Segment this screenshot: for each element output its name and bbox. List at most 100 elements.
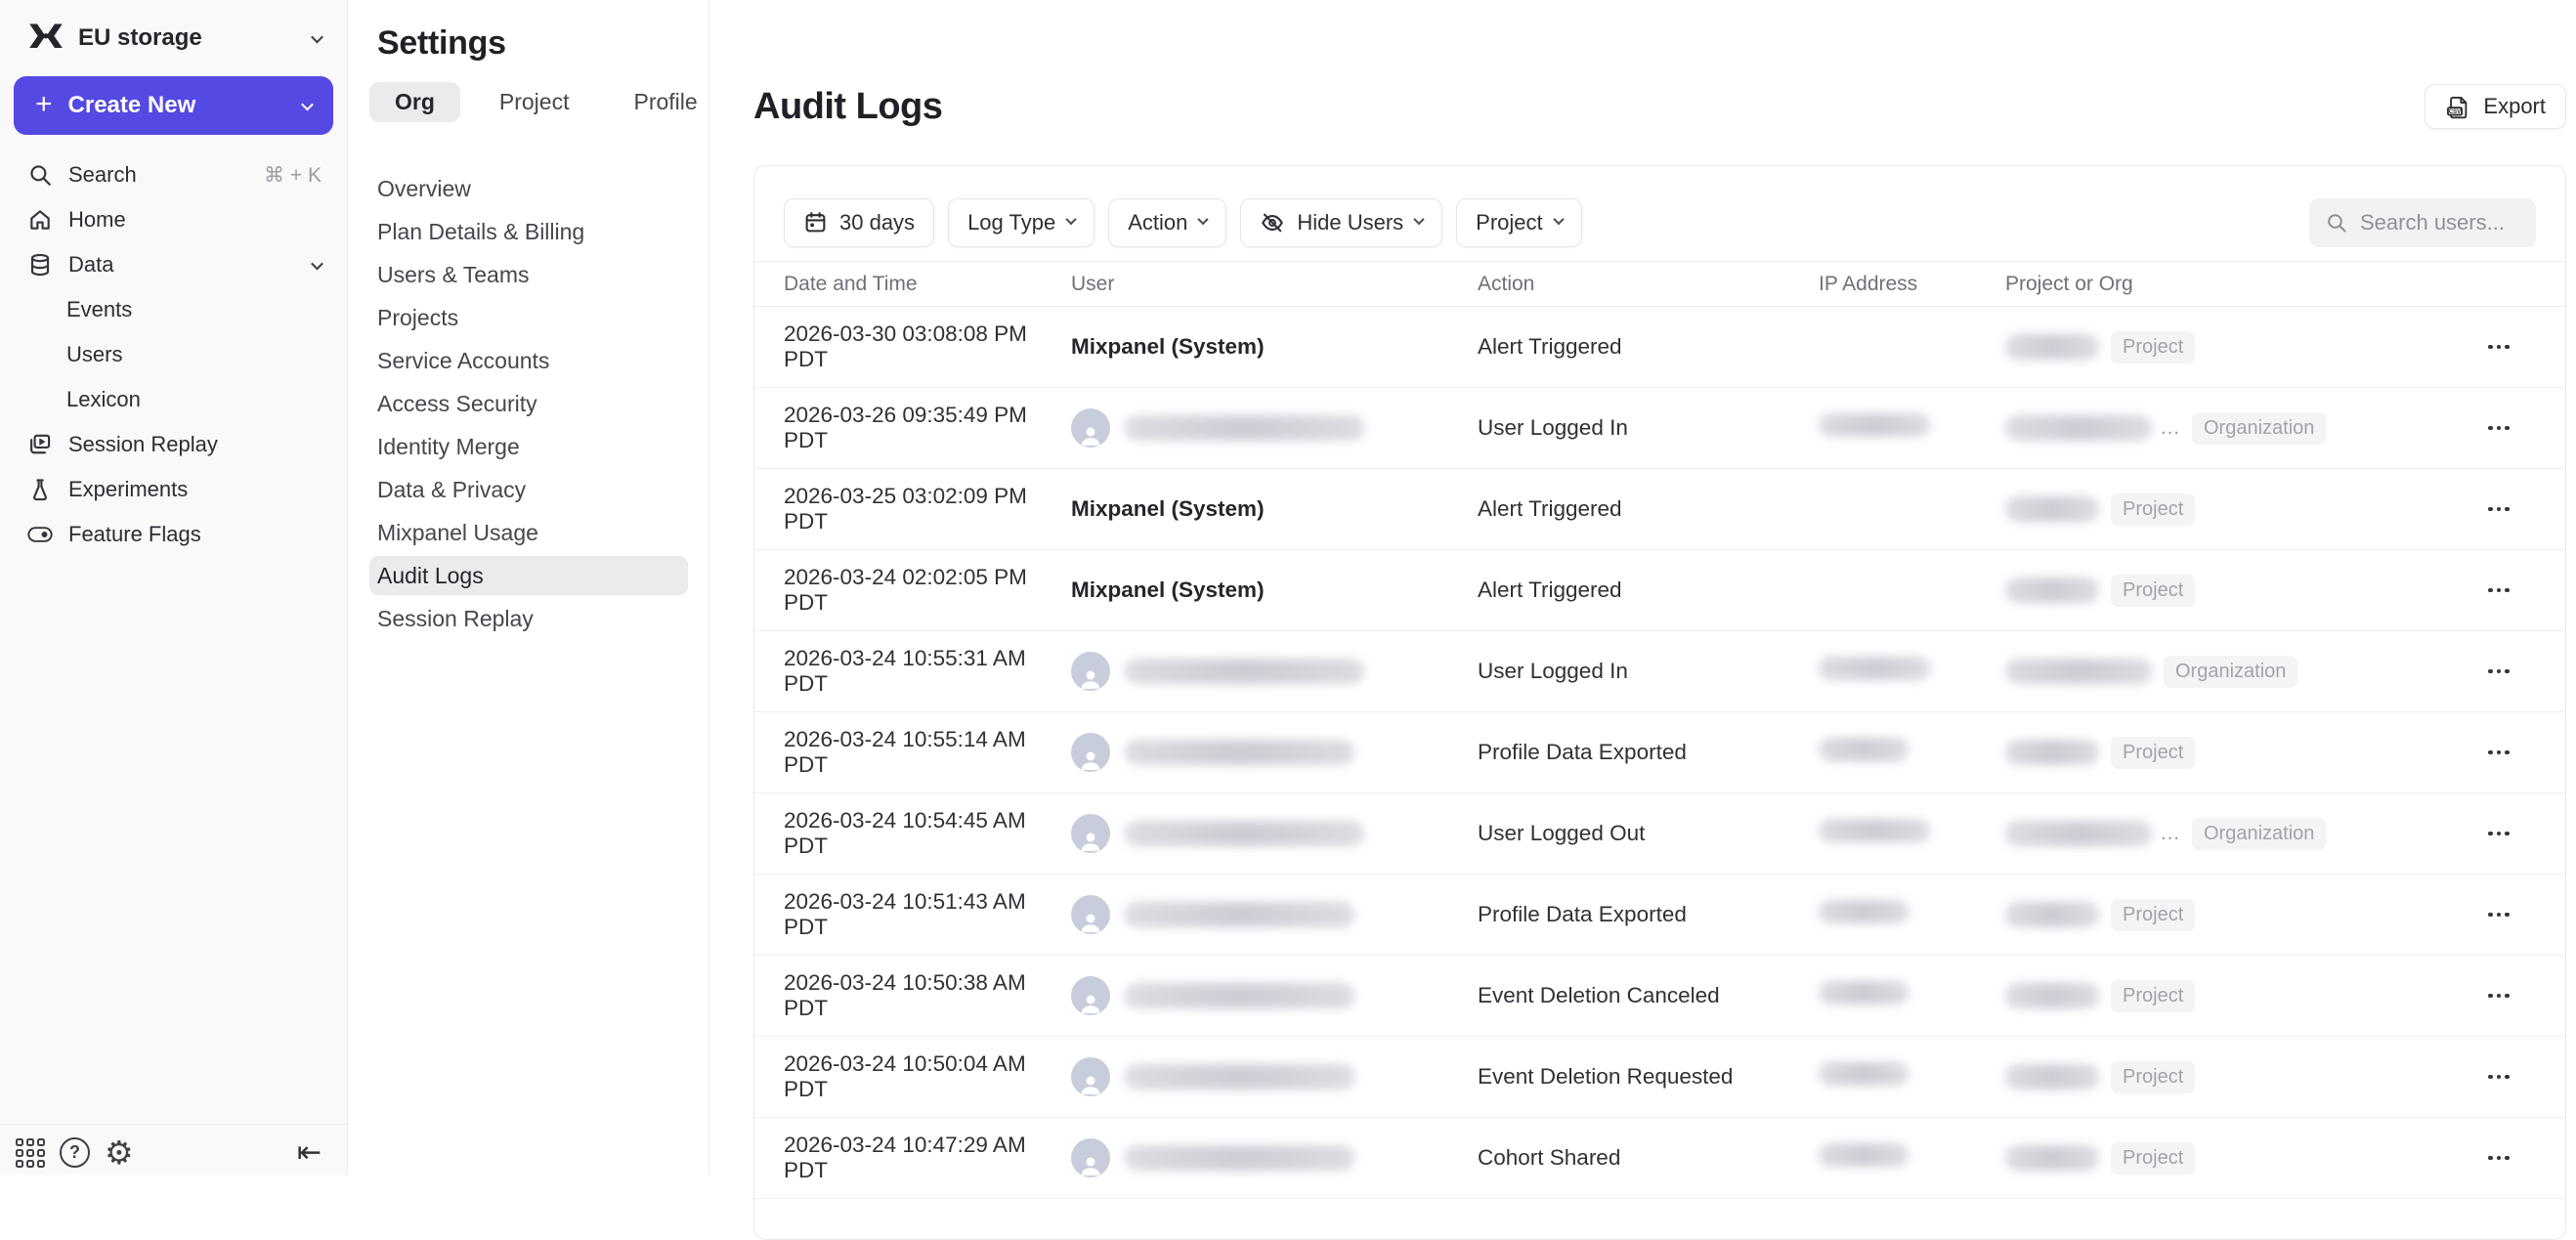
user-name: Mixpanel (System)	[1071, 577, 1265, 603]
row-actions-menu[interactable]	[2474, 750, 2536, 755]
sidebar: EU storage + Create New Search⌘ + KHomeD…	[0, 0, 348, 1175]
row-actions-menu[interactable]	[2474, 669, 2536, 674]
cell-action: Alert Triggered	[1478, 577, 1819, 603]
cell-user	[1071, 652, 1478, 691]
log-type-filter[interactable]: Log Type	[948, 198, 1095, 247]
cell-user	[1071, 1138, 1478, 1177]
tab-project[interactable]: Project	[474, 82, 595, 122]
help-icon[interactable]: ?	[60, 1137, 90, 1168]
settings-nav-mixpanel-usage[interactable]: Mixpanel Usage	[369, 513, 688, 552]
settings-nav-projects[interactable]: Projects	[369, 298, 688, 337]
cell-datetime: 2026-03-26 09:35:49 PM PDT	[784, 403, 1071, 453]
table-row: 2026-03-26 09:35:49 PM PDTUser Logged In…	[754, 388, 2565, 469]
database-icon	[27, 252, 53, 278]
project-filter[interactable]: Project	[1456, 198, 1581, 247]
session-replay-icon	[27, 432, 53, 457]
redacted-target-name	[2005, 821, 2152, 846]
redacted-ip	[1819, 900, 1909, 923]
settings-nav-plan-details-billing[interactable]: Plan Details & Billing	[369, 212, 688, 251]
export-button[interactable]: CSV Export	[2425, 84, 2566, 129]
redacted-target-name	[2005, 577, 2099, 603]
chevron-down-icon	[311, 257, 323, 270]
action-filter[interactable]: Action	[1108, 198, 1226, 247]
cell-ip-address	[1819, 900, 2005, 929]
col-user: User	[1071, 273, 1478, 296]
redacted-ip	[1819, 738, 1909, 761]
date-range-filter[interactable]: 30 days	[784, 198, 934, 247]
redacted-target-name	[2005, 902, 2099, 927]
sidebar-item-data[interactable]: Data	[0, 242, 347, 287]
org-switcher[interactable]: EU storage	[0, 0, 347, 70]
sidebar-item-users[interactable]: Users	[0, 332, 347, 377]
cell-datetime: 2026-03-24 10:55:14 AM PDT	[784, 727, 1071, 778]
collapse-sidebar-icon[interactable]: ⇤	[297, 1135, 322, 1170]
sidebar-item-events[interactable]: Events	[0, 287, 347, 332]
tab-profile[interactable]: Profile	[608, 82, 722, 122]
redacted-target-name	[2005, 1145, 2099, 1171]
sidebar-item-search[interactable]: Search⌘ + K	[0, 152, 347, 197]
redacted-target-name	[2005, 334, 2099, 360]
settings-nav-audit-logs[interactable]: Audit Logs	[369, 556, 688, 595]
target-type-badge: Project	[2111, 899, 2195, 931]
cell-action: Profile Data Exported	[1478, 902, 1819, 927]
tab-org[interactable]: Org	[369, 82, 460, 122]
cell-action: User Logged Out	[1478, 821, 1819, 846]
search-icon	[27, 162, 53, 188]
redacted-user-email	[1125, 983, 1354, 1008]
avatar	[1071, 652, 1110, 691]
chevron-down-icon	[311, 30, 323, 43]
cell-ip-address	[1819, 657, 2005, 686]
cell-user: Mixpanel (System)	[1071, 577, 1478, 603]
row-actions-menu[interactable]	[2474, 994, 2536, 999]
redacted-ip	[1819, 413, 1930, 437]
apps-grid-icon[interactable]	[16, 1138, 45, 1168]
sidebar-item-feature-flags[interactable]: Feature Flags	[0, 512, 347, 557]
settings-nav-access-security[interactable]: Access Security	[369, 384, 688, 423]
cell-user	[1071, 733, 1478, 772]
search-users-input[interactable]	[2360, 210, 2507, 235]
row-actions-menu[interactable]	[2474, 913, 2536, 918]
row-actions-menu[interactable]	[2474, 588, 2536, 593]
create-new-button[interactable]: + Create New	[14, 76, 333, 135]
truncation-ellipsis: …	[2160, 822, 2180, 845]
row-actions-menu[interactable]	[2474, 832, 2536, 836]
sidebar-item-home[interactable]: Home	[0, 197, 347, 242]
settings-nav-identity-merge[interactable]: Identity Merge	[369, 427, 688, 466]
settings-nav-service-accounts[interactable]: Service Accounts	[369, 341, 688, 380]
redacted-user-email	[1125, 821, 1364, 846]
col-project-or-org: Project or Org	[2005, 273, 2474, 296]
avatar	[1071, 814, 1110, 853]
search-users-box[interactable]	[2309, 198, 2536, 247]
row-actions-menu[interactable]	[2474, 345, 2536, 350]
hide-users-filter[interactable]: Hide Users	[1240, 198, 1442, 247]
chevron-down-icon	[1198, 213, 1209, 224]
sidebar-item-session-replay[interactable]: Session Replay	[0, 422, 347, 467]
row-actions-menu[interactable]	[2474, 1156, 2536, 1161]
avatar	[1071, 976, 1110, 1015]
settings-nav-users-teams[interactable]: Users & Teams	[369, 255, 688, 294]
settings-nav-data-privacy[interactable]: Data & Privacy	[369, 470, 688, 509]
row-actions-menu[interactable]	[2474, 1075, 2536, 1080]
sidebar-item-experiments[interactable]: Experiments	[0, 467, 347, 512]
gear-icon[interactable]: ⚙	[105, 1136, 134, 1169]
cell-action: Event Deletion Canceled	[1478, 983, 1819, 1008]
search-icon	[2325, 211, 2348, 235]
cell-action: User Logged In	[1478, 659, 1819, 684]
col-ip-address: IP Address	[1819, 273, 2005, 296]
target-type-badge: Organization	[2192, 818, 2326, 850]
svg-text:CSV: CSV	[2449, 109, 2461, 115]
avatar	[1071, 733, 1110, 772]
table-row: 2026-03-24 10:47:29 AM PDTCohort SharedP…	[754, 1118, 2565, 1199]
row-actions-menu[interactable]	[2474, 507, 2536, 512]
col-date-and-time: Date and Time	[784, 273, 1071, 296]
settings-nav-overview[interactable]: Overview	[369, 169, 688, 208]
cell-project-or-org: Project	[2005, 1061, 2474, 1093]
sidebar-item-lexicon[interactable]: Lexicon	[0, 377, 347, 422]
redacted-ip	[1819, 1143, 1909, 1167]
settings-nav-session-replay[interactable]: Session Replay	[369, 599, 688, 638]
chevron-down-icon	[1066, 213, 1077, 224]
row-actions-menu[interactable]	[2474, 426, 2536, 431]
redacted-user-email	[1125, 415, 1364, 441]
settings-panel: Settings OrgProjectProfile OverviewPlan …	[349, 0, 709, 1175]
cell-project-or-org: Project	[2005, 493, 2474, 526]
